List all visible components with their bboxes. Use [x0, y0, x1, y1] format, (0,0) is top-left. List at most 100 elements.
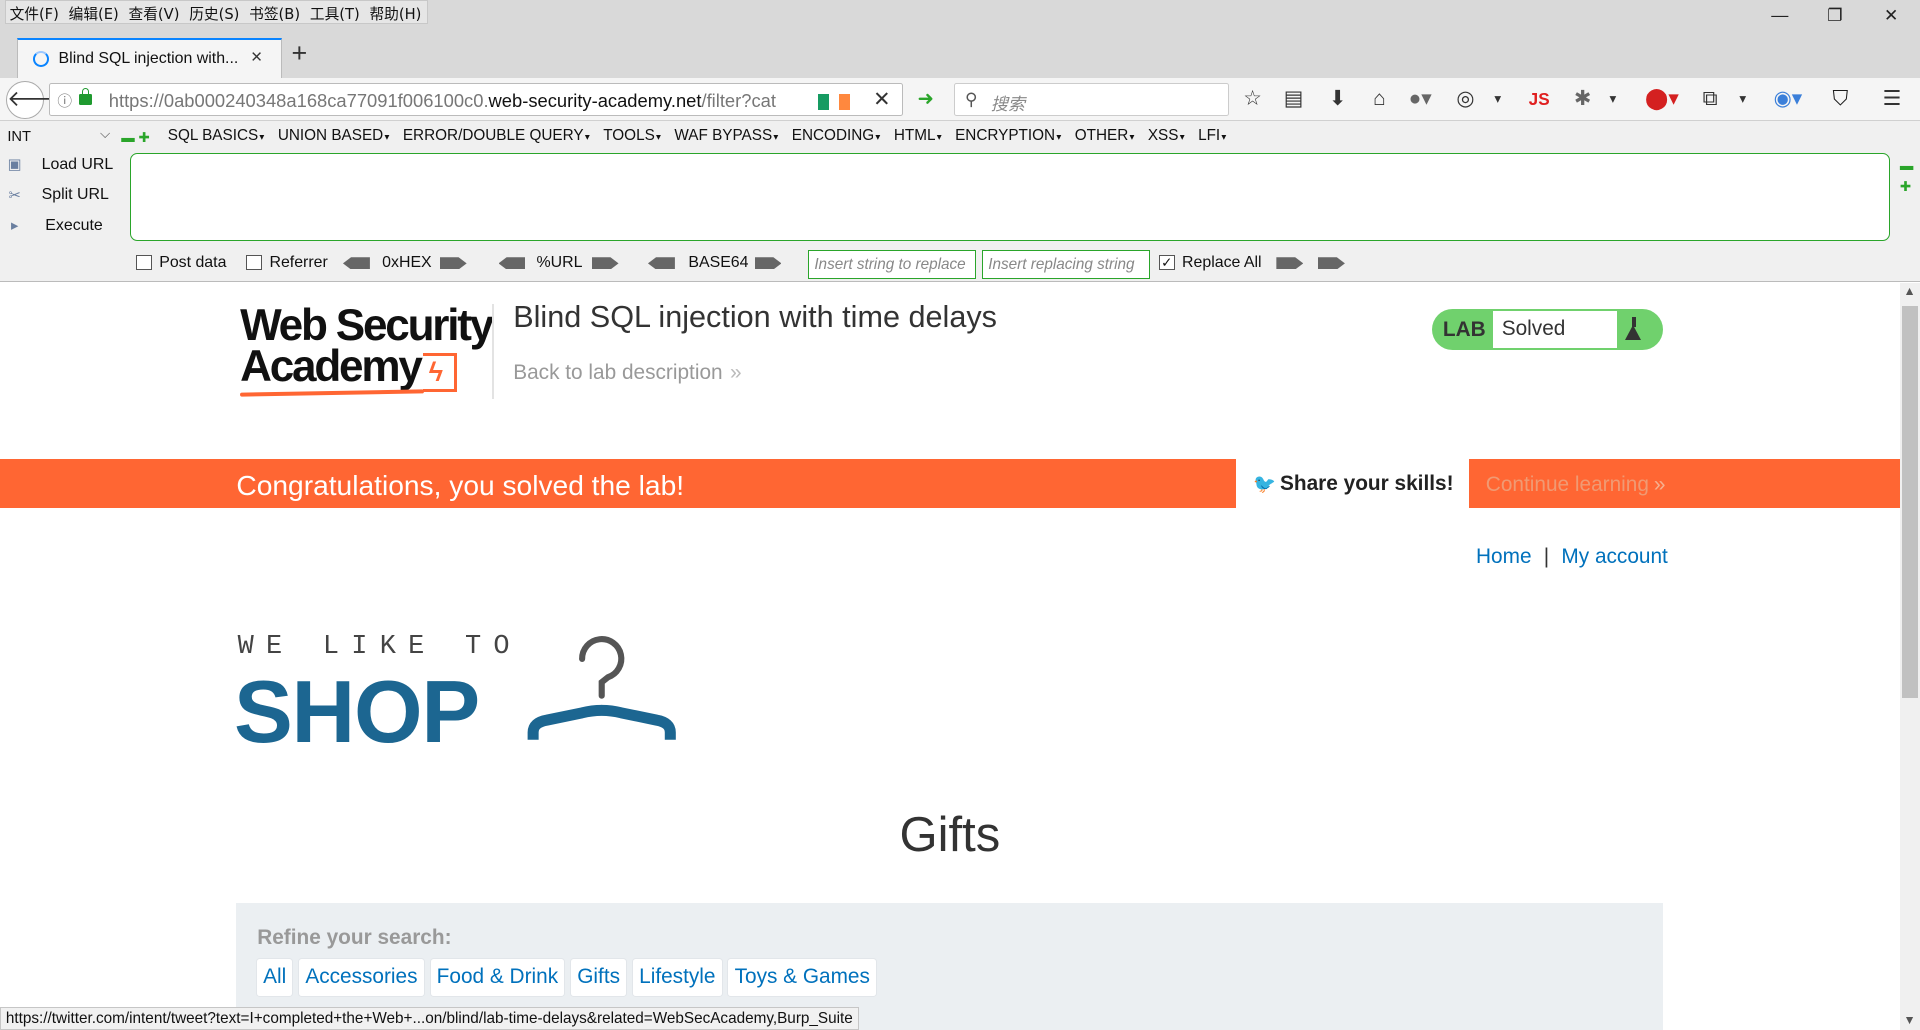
tab-active[interactable]: Blind SQL injection with... × [17, 37, 282, 79]
home-link[interactable]: Home [1476, 545, 1532, 568]
menu-file[interactable]: 文件(F) [6, 1, 65, 23]
page-scrollbar[interactable]: ▲ ▼ [1899, 282, 1920, 1030]
expand-icon[interactable]: ✚ [1900, 179, 1911, 195]
flask-icon [1625, 317, 1642, 341]
shrink-icon[interactable]: ▬ [1900, 158, 1913, 173]
bookmark-star-icon[interactable]: ☆ [1243, 87, 1262, 111]
menu-edit[interactable]: 编辑(E) [65, 1, 125, 23]
filter-all[interactable]: All [255, 957, 294, 998]
red-circle-icon[interactable]: ⬤▾ [1645, 87, 1679, 111]
menu-view[interactable]: 查看(V) [125, 1, 186, 23]
scroll-down-icon[interactable]: ▼ [1903, 1013, 1915, 1027]
dropdown-icon[interactable]: ▾ [1494, 87, 1501, 111]
palette-icon[interactable]: ◎ [1456, 87, 1474, 111]
add-remove-icon[interactable]: ▬ ✚ [121, 130, 150, 146]
filter-toys-games[interactable]: Toys & Games [727, 957, 878, 998]
menu-union-based[interactable]: UNION BASED [278, 127, 390, 145]
menu-encryption[interactable]: ENCRYPTION [955, 127, 1061, 145]
replace-run-icon[interactable] [1276, 257, 1304, 270]
download-icon[interactable]: ⬇ [1329, 87, 1346, 111]
menu-sql-basics[interactable]: SQL BASICS [168, 127, 265, 145]
dropdown-icon-3[interactable]: ▾ [1739, 87, 1746, 111]
go-arrow-icon[interactable]: ➜ [917, 87, 933, 111]
back-to-description-link[interactable]: Back to lab description» [513, 361, 741, 385]
info-icon[interactable]: ⓘ [57, 90, 72, 111]
filter-gifts[interactable]: Gifts [570, 957, 628, 998]
my-account-link[interactable]: My account [1561, 545, 1667, 568]
replace-all-checkbox[interactable]: ✓ Replace All [1158, 254, 1262, 272]
url-decode-icon[interactable] [498, 257, 526, 270]
referrer-checkbox[interactable]: Referrer [246, 254, 328, 272]
load-url-button[interactable]: ▣ Load URL [5, 156, 114, 174]
menu-error-double-query[interactable]: ERROR/DOUBLE QUERY [403, 127, 590, 145]
close-window-icon[interactable]: ✕ [1881, 5, 1901, 25]
menu-xss[interactable]: XSS [1148, 127, 1185, 145]
clear-url-icon[interactable]: ✕ [873, 87, 890, 112]
dropdown-icon-2[interactable]: ▾ [1610, 87, 1617, 111]
hackbar-menus: SQL BASICS UNION BASED ERROR/DOUBLE QUER… [168, 127, 1227, 145]
web-security-academy-logo[interactable]: Web Security Academy [240, 304, 494, 396]
menu-tools[interactable]: TOOLS [603, 127, 661, 145]
post-data-checkbox[interactable]: Post data [135, 254, 226, 272]
menu-bar: 文件(F) 编辑(E) 查看(V) 历史(S) 书签(B) 工具(T) 帮助(H… [0, 0, 1920, 30]
twitter-icon: 🐦 [1253, 472, 1276, 494]
js-icon[interactable]: JS [1529, 87, 1550, 111]
category-heading: Gifts [899, 808, 1001, 863]
header-divider [492, 303, 494, 400]
url-encode-icon[interactable] [591, 257, 619, 270]
scroll-up-icon[interactable]: ▲ [1903, 284, 1915, 298]
back-button[interactable]: 🡐 [6, 80, 66, 119]
menu-help[interactable]: 帮助(H) [366, 1, 428, 23]
menu-history[interactable]: 历史(S) [186, 1, 246, 23]
url-text[interactable]: https://0ab000240348a168ca77091f006100c0… [109, 90, 776, 112]
menu-list: 文件(F) 编辑(E) 查看(V) 历史(S) 书签(B) 工具(T) 帮助(H… [4, 0, 429, 25]
bug-icon[interactable]: ✱ [1574, 87, 1591, 111]
new-tab-icon[interactable]: + [292, 40, 308, 67]
menu-tools[interactable]: 工具(T) [306, 1, 366, 23]
filter-lifestyle[interactable]: Lifestyle [632, 957, 723, 998]
hex-decode-icon[interactable] [342, 257, 370, 270]
menu-other[interactable]: OTHER [1075, 127, 1135, 145]
replace-run-all-icon[interactable] [1317, 257, 1345, 270]
split-url-button[interactable]: ✂ Split URL [5, 186, 109, 204]
home-icon[interactable]: ⌂ [1373, 87, 1386, 111]
device-icon[interactable]: ⧉ [1703, 87, 1718, 111]
filter-food-drink[interactable]: Food & Drink [429, 957, 566, 998]
replace-string-input[interactable]: Insert string to replace [808, 249, 977, 280]
menu-encoding[interactable]: ENCODING [792, 127, 881, 145]
share-skills-button[interactable]: 🐦 Share your skills! [1235, 459, 1469, 509]
url-textarea[interactable] [129, 153, 1890, 242]
type-select[interactable]: INT ⌵ [5, 126, 110, 148]
chrome-icon[interactable]: ◉▾ [1774, 87, 1803, 111]
ireland-flag-icon[interactable] [817, 94, 850, 110]
minimize-icon[interactable]: — [1770, 5, 1790, 25]
replacing-string-input[interactable]: Insert replacing string [982, 249, 1151, 280]
continue-learning-link[interactable]: Continue learning» [1486, 473, 1666, 497]
restore-icon[interactable]: ❐ [1825, 5, 1845, 25]
link-status-bar: https://twitter.com/intent/tweet?text=I+… [0, 1006, 859, 1030]
search-field[interactable]: ⚲ 搜索 [954, 83, 1229, 117]
lab-title: Blind SQL injection with time delays [513, 300, 997, 335]
hackbar-panel: INT ⌵ ▬ ✚ SQL BASICS UNION BASED ERROR/D… [0, 121, 1920, 282]
execute-button[interactable]: ▸ Execute [5, 217, 103, 235]
hex-encode-icon[interactable] [439, 257, 467, 270]
tab-close-icon[interactable]: × [251, 46, 262, 69]
lock-icon[interactable] [79, 87, 92, 106]
reading-list-icon[interactable]: ▤ [1284, 87, 1304, 111]
split-url-icon: ✂ [8, 187, 21, 204]
menu-html[interactable]: HTML [894, 127, 942, 145]
status-text-box: Solved [1493, 311, 1617, 348]
shield-icon[interactable]: ⛉ [1832, 87, 1848, 111]
url-bar[interactable]: ⓘ https://0ab000240348a168ca77091f006100… [48, 83, 903, 117]
menu-bookmarks[interactable]: 书签(B) [246, 1, 307, 23]
menu-waf-bypass[interactable]: WAF BYPASS [674, 127, 778, 145]
menu-icon[interactable]: ☰ [1883, 87, 1902, 111]
shop-tagline: WE LIKE TO [237, 632, 522, 663]
scroll-thumb[interactable] [1902, 306, 1919, 699]
base64-decode-icon[interactable] [647, 257, 675, 270]
base64-encode-icon[interactable] [754, 257, 782, 270]
filter-accessories[interactable]: Accessories [298, 957, 425, 998]
globe-icon[interactable]: ●▾ [1409, 87, 1432, 111]
chevron-down-icon: ⌵ [100, 126, 111, 142]
menu-lfi[interactable]: LFI [1198, 127, 1226, 145]
